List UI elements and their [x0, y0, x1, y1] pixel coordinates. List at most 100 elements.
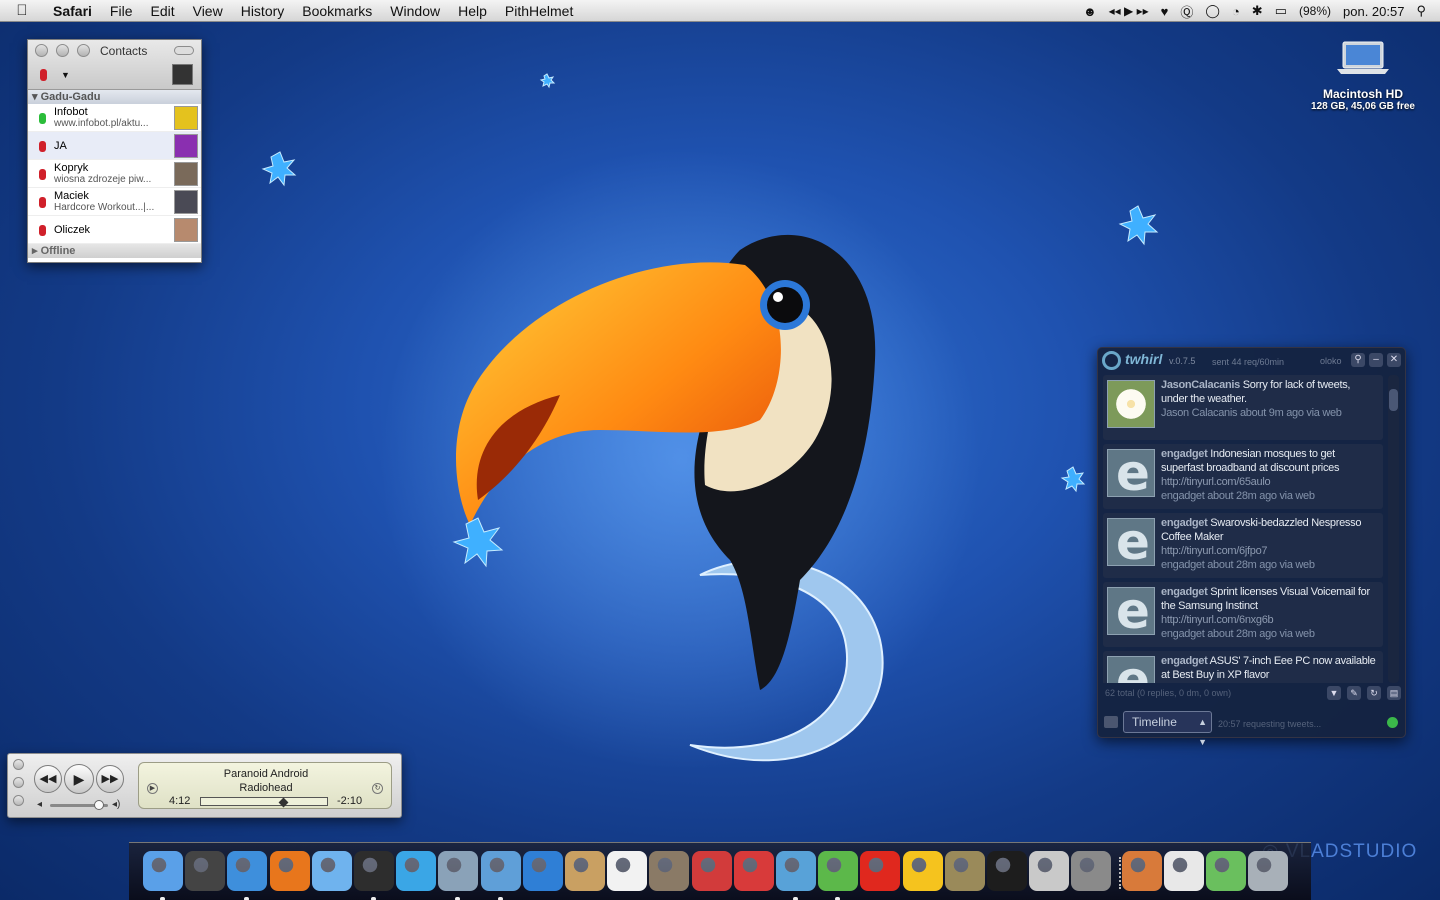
dock-applications-folder-icon[interactable] [1163, 851, 1204, 891]
dock-itunes-icon[interactable] [480, 851, 521, 900]
tweet-avatar[interactable] [1107, 651, 1155, 683]
contacts-titlebar[interactable]: Contacts ▼ [28, 40, 201, 90]
tweet-link[interactable]: http://tinyurl.com/6jfpo7 [1161, 544, 1379, 558]
dock-terminal-icon[interactable] [987, 851, 1027, 891]
dock-downloads-folder-icon[interactable] [1206, 851, 1246, 891]
twhirl-app-name: twhirl [1125, 351, 1163, 367]
twhirl-minimize-button[interactable]: – [1369, 353, 1383, 367]
dock-ical-icon[interactable] [607, 851, 648, 891]
contact-row[interactable]: Infobot www.infobot.pl/aktu... [28, 104, 201, 132]
twhirl-rate: sent 44 req/60min [1212, 357, 1285, 367]
dock-stacks-icon-icon[interactable] [1121, 851, 1162, 891]
refresh-icon[interactable]: ↻ [1367, 686, 1381, 700]
dock-firefox-icon[interactable] [269, 851, 310, 891]
dock-finder-icon[interactable] [143, 851, 183, 900]
tweet-avatar[interactable] [1107, 380, 1155, 428]
close-button[interactable] [13, 759, 24, 770]
tweet-username[interactable]: engadget [1161, 655, 1208, 667]
twhirl-search-button[interactable]: ⚲ [1351, 353, 1365, 367]
tweet-meta: engadget about 28m ago via web [1161, 628, 1315, 640]
dock-network-utility-icon[interactable] [776, 851, 816, 900]
dock-skype-icon[interactable] [396, 851, 437, 891]
tweet-username[interactable]: engadget [1161, 517, 1208, 529]
dock-transmit-icon[interactable] [691, 851, 732, 891]
contact-avatar [174, 134, 198, 158]
dock-sync-icon[interactable] [818, 851, 859, 900]
dock-cyberduck-icon[interactable] [902, 851, 943, 891]
twhirl-header[interactable]: twhirl v.0.7.5 sent 44 req/60min oloko ⚲… [1098, 348, 1407, 372]
tweet-avatar[interactable] [1107, 444, 1155, 502]
contact-row[interactable]: Maciek Hardcore Workout...|... [28, 188, 201, 216]
display-mode-icon[interactable]: ↻ [372, 783, 383, 794]
tweet-item[interactable]: engadget ASUS' 7-inch Eee PC now availab… [1103, 651, 1383, 683]
close-button[interactable] [35, 44, 48, 57]
tweet-username[interactable]: engadget [1161, 586, 1208, 598]
dock-shield-app-icon[interactable] [944, 851, 985, 891]
progress-knob[interactable] [278, 797, 289, 808]
tweet-item[interactable]: engadget Indonesian mosques to get super… [1103, 444, 1383, 509]
tweet-username[interactable]: JasonCalacanis [1161, 379, 1240, 391]
trash-icon[interactable]: ▤ [1387, 686, 1401, 700]
toolbar-toggle-button[interactable] [174, 46, 194, 55]
contact-list: Infobot www.infobot.pl/aktu... JA Kopryk wio… [28, 104, 201, 244]
tweet-meta: Jason Calacanis about 9m ago via web [1161, 407, 1342, 419]
tweet-avatar[interactable] [1107, 513, 1155, 571]
dock-iphoto-icon[interactable] [649, 851, 690, 891]
volume-slider-knob[interactable] [94, 800, 105, 810]
tweet-body: engadget Sprint licenses Visual Voicemai… [1161, 585, 1379, 641]
progress-bar[interactable] [200, 797, 328, 808]
contact-name: Kopryk [54, 162, 89, 174]
dock-garageband-icon[interactable] [733, 851, 774, 891]
compose-icon[interactable]: ✎ [1347, 686, 1361, 700]
dock-expose-icon[interactable] [1029, 851, 1070, 891]
tweet-timeline[interactable]: JasonCalacanis Sorry for lack of tweets,… [1103, 375, 1383, 683]
dock-adium-icon[interactable] [354, 851, 394, 900]
contact-row[interactable]: Kopryk wiosna zdrozeje piw... [28, 160, 201, 188]
tweet-item[interactable]: engadget Swarovski-bedazzled Nespresso C… [1103, 513, 1383, 578]
filter-icon[interactable]: ▼ [1327, 686, 1341, 700]
macintosh-hd-desktop-icon[interactable]: Macintosh HD 128 GB, 45,06 GB free [1300, 38, 1426, 112]
twhirl-window: twhirl v.0.7.5 sent 44 req/60min oloko ⚲… [1097, 347, 1407, 747]
dock-quicktime-icon[interactable] [522, 851, 563, 891]
group-offline[interactable]: ▸ Offline [28, 244, 201, 258]
contact-row[interactable]: Oliczek [28, 216, 201, 244]
status-menu-chevron-icon[interactable]: ▼ [61, 70, 70, 80]
dock-mail-icon[interactable] [438, 851, 479, 900]
dock [129, 842, 1311, 900]
remaining-time: -2:10 [337, 795, 363, 807]
next-track-button[interactable]: ▶▶ [96, 765, 124, 793]
play-button[interactable]: ▶ [64, 764, 94, 794]
select-arrows-icon: ▲ ▼ [1198, 717, 1207, 747]
tweet-item[interactable]: JasonCalacanis Sorry for lack of tweets,… [1103, 375, 1383, 440]
dock-system-preferences-icon[interactable] [1071, 851, 1112, 891]
tweet-item[interactable]: engadget Sprint licenses Visual Voicemai… [1103, 582, 1383, 647]
twhirl-close-button[interactable]: ✕ [1387, 353, 1401, 367]
minimize-button[interactable] [56, 44, 69, 57]
tweet-avatar[interactable] [1107, 582, 1155, 640]
speech-bubble-icon[interactable] [1104, 716, 1118, 728]
my-status-icon[interactable] [40, 69, 47, 81]
twhirl-username: oloko [1320, 356, 1342, 366]
scrollbar-thumb[interactable] [1389, 389, 1398, 411]
tweet-link[interactable]: http://tinyurl.com/6nxg6b [1161, 613, 1379, 627]
tweet-meta: engadget about 28m ago via web [1161, 559, 1315, 571]
minimize-button[interactable] [13, 777, 24, 788]
zoom-button[interactable] [77, 44, 90, 57]
contact-avatar [174, 162, 198, 186]
tweet-link[interactable]: http://tinyurl.com/65aulo [1161, 475, 1379, 489]
contact-status-icon [39, 169, 46, 180]
dock-dashboard-icon[interactable] [185, 851, 226, 891]
group-gadu-gadu[interactable]: ▾ Gadu-Gadu [28, 90, 201, 104]
dock-address-book-icon[interactable] [565, 851, 605, 891]
contact-row[interactable]: JA [28, 132, 201, 160]
timeline-select[interactable]: Timeline ▲ ▼ [1123, 711, 1212, 747]
timeline-scrollbar[interactable] [1388, 375, 1399, 683]
zoom-button[interactable] [13, 795, 24, 806]
my-avatar[interactable] [172, 64, 193, 85]
dock-trash-icon[interactable] [1248, 851, 1289, 891]
dock-ichat-icon[interactable] [311, 851, 352, 891]
previous-track-button[interactable]: ◀◀ [34, 765, 62, 793]
dock-app-red-flame-icon[interactable] [860, 851, 901, 891]
tweet-username[interactable]: engadget [1161, 448, 1208, 460]
dock-safari-icon[interactable] [227, 851, 268, 900]
